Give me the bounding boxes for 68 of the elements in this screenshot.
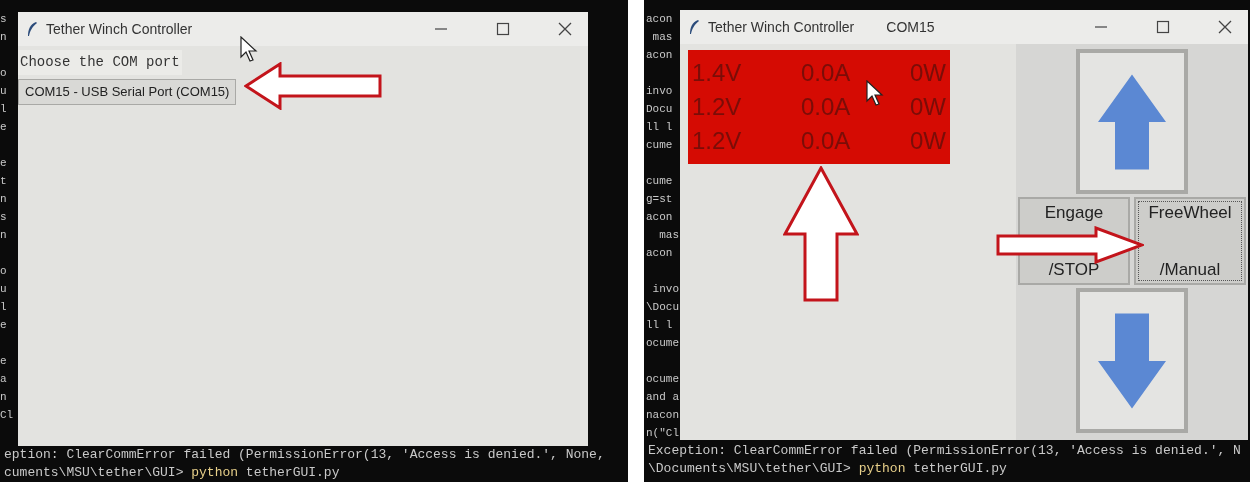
terminal-line: e bbox=[0, 120, 8, 135]
terminal-line: n bbox=[0, 228, 8, 243]
terminal-line: mas bbox=[658, 228, 680, 243]
terminal-line: acon bbox=[646, 48, 674, 63]
power-reading: 0W bbox=[909, 126, 946, 156]
terminal-line: s bbox=[0, 12, 8, 27]
terminal-line: s bbox=[0, 210, 8, 225]
window-title: Tether Winch Controller bbox=[46, 19, 193, 39]
terminal-line: mas bbox=[651, 30, 674, 45]
terminal-line: n bbox=[0, 192, 8, 207]
terminal-line: \Documents\MSU\tether\GUI> python tetherGUI.py bbox=[648, 460, 1008, 478]
terminal-line: n bbox=[0, 30, 8, 45]
terminal-line: l bbox=[0, 300, 8, 315]
current-reading: 0.0A bbox=[800, 92, 852, 122]
terminal-line: ocume bbox=[646, 336, 680, 351]
current-reading: 0.0A bbox=[800, 126, 852, 156]
maximize-icon[interactable] bbox=[496, 22, 510, 36]
terminal-line: \Docu bbox=[646, 300, 680, 315]
terminal-line: o bbox=[0, 264, 8, 279]
terminal-line: Exception: ClearCommError failed (PermissionError(13, 'Access is denied.', N bbox=[648, 442, 1242, 460]
feather-icon bbox=[26, 21, 38, 37]
terminal-line: n("Cl bbox=[646, 426, 680, 441]
terminal-line: invo bbox=[651, 282, 680, 297]
terminal-line: Docu bbox=[646, 102, 674, 117]
terminal-line: n bbox=[0, 390, 8, 405]
terminal-line: g=st bbox=[646, 192, 674, 207]
terminal-line: nacon bbox=[646, 408, 680, 423]
terminal-line: ocume bbox=[646, 372, 680, 387]
port-label: COM15 bbox=[886, 17, 935, 37]
voltage-reading: 1.2V bbox=[692, 126, 743, 156]
prompt-label: Choose the COM port bbox=[18, 50, 182, 75]
terminal-line: ll l bbox=[646, 120, 674, 135]
terminal-line: o bbox=[0, 66, 8, 81]
up-button[interactable] bbox=[1076, 49, 1188, 194]
feather-icon bbox=[688, 19, 700, 35]
current-reading: 0.0A bbox=[800, 58, 852, 88]
mouse-pointer-icon bbox=[240, 36, 258, 62]
maximize-icon[interactable] bbox=[1156, 20, 1170, 34]
terminal-line: acon bbox=[646, 246, 674, 261]
terminal-line: cume bbox=[646, 174, 674, 189]
terminal-line: Cl bbox=[0, 408, 15, 423]
voltage-reading: 1.4V bbox=[692, 58, 743, 88]
terminal-line: a bbox=[0, 372, 8, 387]
terminal-line: acon bbox=[646, 210, 674, 225]
terminal-line: e bbox=[0, 354, 8, 369]
down-button[interactable] bbox=[1076, 288, 1188, 433]
terminal-line: t bbox=[0, 174, 8, 189]
terminal-line: e bbox=[0, 156, 8, 171]
voltage-reading: 1.2V bbox=[692, 92, 743, 122]
terminal-line: e bbox=[0, 318, 8, 333]
mouse-pointer-icon bbox=[866, 80, 884, 106]
terminal-line: ll l bbox=[646, 318, 674, 333]
terminal-line: l bbox=[0, 102, 8, 117]
terminal-line: eption: ClearCommError failed (PermissionError(13, 'Access is denied.', None, bbox=[4, 446, 606, 464]
power-reading: 0W bbox=[909, 58, 946, 88]
port-button[interactable]: COM15 - USB Serial Port (COM15) bbox=[18, 79, 237, 105]
terminal-line: and a bbox=[646, 390, 680, 405]
terminal-line: cuments\MSU\tether\GUI> python tetherGUI.py bbox=[4, 464, 341, 482]
close-icon[interactable] bbox=[1218, 20, 1232, 34]
window-title: Tether Winch Controller bbox=[708, 17, 855, 37]
terminal-line: u bbox=[0, 282, 8, 297]
mode-button[interactable]: FreeWheel /Manual bbox=[1134, 197, 1246, 285]
terminal-line: cume bbox=[646, 138, 674, 153]
close-icon[interactable] bbox=[558, 22, 572, 36]
terminal-line: u bbox=[0, 84, 8, 99]
terminal-line: invo bbox=[646, 84, 674, 99]
power-reading: 0W bbox=[909, 92, 946, 122]
terminal-line: acon bbox=[646, 12, 674, 27]
